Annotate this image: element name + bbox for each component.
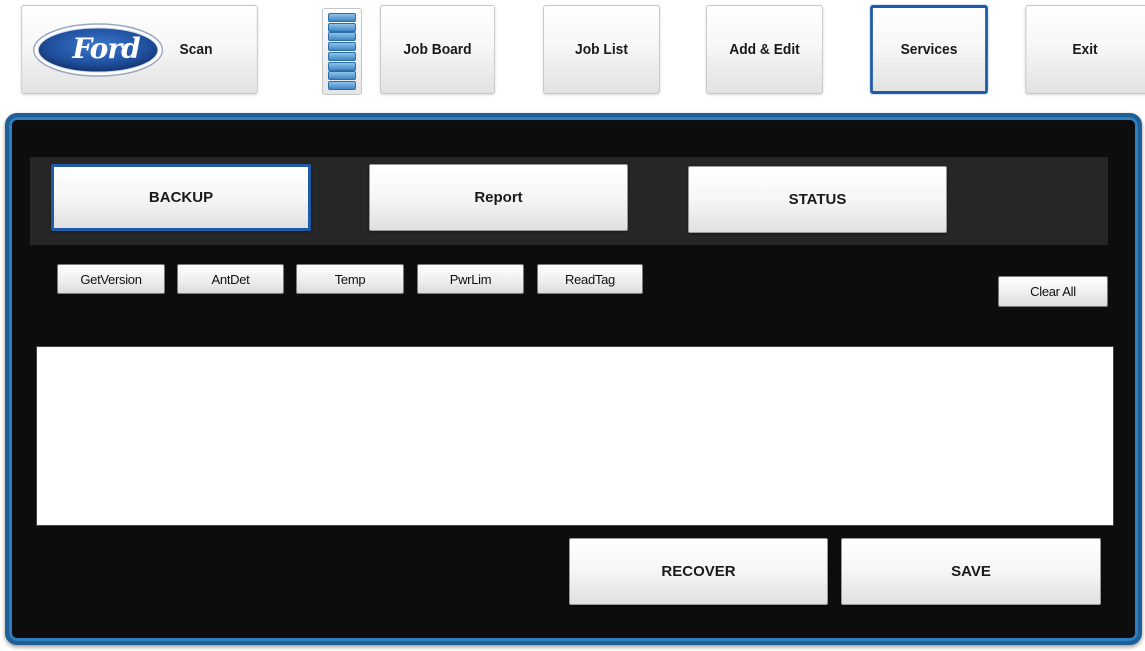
temp-label: Temp bbox=[334, 271, 366, 287]
job-list-label: Job List bbox=[575, 41, 628, 58]
add-edit-button[interactable]: Add & Edit bbox=[706, 5, 823, 94]
tab-report[interactable]: Report bbox=[369, 164, 628, 231]
stack-bar bbox=[328, 71, 356, 81]
stack-bar bbox=[328, 22, 356, 32]
services-label: Services bbox=[900, 41, 958, 58]
exit-label: Exit bbox=[1072, 41, 1098, 58]
job-board-button[interactable]: Job Board bbox=[380, 5, 495, 94]
scan-label: Scan bbox=[179, 41, 213, 58]
recover-label: RECOVER bbox=[661, 563, 736, 580]
ant-det-button[interactable]: AntDet bbox=[177, 264, 284, 294]
tab-backup[interactable]: BACKUP bbox=[51, 164, 311, 231]
ant-det-label: AntDet bbox=[211, 271, 250, 287]
pwr-lim-label: PwrLim bbox=[449, 271, 492, 287]
tab-status-label: STATUS bbox=[788, 191, 847, 208]
job-list-button[interactable]: Job List bbox=[543, 5, 660, 94]
tab-backup-label: BACKUP bbox=[148, 189, 214, 206]
stacked-list-icon[interactable] bbox=[322, 8, 362, 95]
stack-bar bbox=[328, 13, 356, 22]
job-board-label: Job Board bbox=[403, 41, 472, 58]
ford-logo-text: Ford bbox=[72, 31, 140, 65]
exit-button[interactable]: Exit bbox=[1025, 5, 1145, 94]
clear-all-label: Clear All bbox=[1030, 284, 1076, 299]
stack-bar bbox=[328, 32, 356, 42]
read-tag-label: ReadTag bbox=[565, 271, 615, 287]
get-version-label: GetVersion bbox=[80, 271, 142, 287]
stack-bar bbox=[328, 51, 356, 61]
stack-bar bbox=[328, 61, 356, 71]
tab-status[interactable]: STATUS bbox=[688, 166, 947, 233]
stack-bar bbox=[328, 42, 356, 52]
temp-button[interactable]: Temp bbox=[296, 264, 404, 294]
read-tag-button[interactable]: ReadTag bbox=[537, 264, 643, 294]
save-label: SAVE bbox=[951, 563, 991, 580]
recover-button[interactable]: RECOVER bbox=[569, 538, 828, 605]
save-button[interactable]: SAVE bbox=[841, 538, 1101, 605]
stack-bar bbox=[328, 80, 356, 90]
pwr-lim-button[interactable]: PwrLim bbox=[417, 264, 524, 294]
get-version-button[interactable]: GetVersion bbox=[57, 264, 165, 294]
tab-report-label: Report bbox=[474, 189, 523, 206]
add-edit-label: Add & Edit bbox=[729, 41, 800, 58]
output-textbox[interactable] bbox=[36, 346, 1114, 526]
clear-all-button[interactable]: Clear All bbox=[998, 276, 1108, 307]
services-button[interactable]: Services bbox=[870, 5, 988, 94]
